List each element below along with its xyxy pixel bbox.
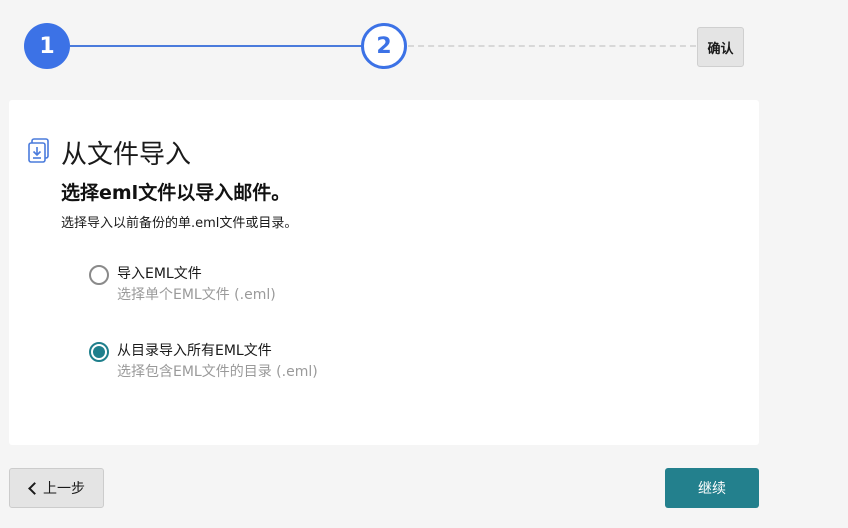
card-header: 从文件导入 bbox=[27, 130, 191, 171]
radio-import-eml-file[interactable] bbox=[89, 265, 109, 285]
card-description: 选择导入以前备份的单.eml文件或目录。 bbox=[61, 216, 298, 231]
step-confirm-label: 确认 bbox=[707, 41, 734, 57]
chevron-left-icon bbox=[28, 481, 41, 495]
step-2-indicator: 2 bbox=[361, 23, 407, 69]
step-2-number: 2 bbox=[376, 33, 392, 59]
card-subtitle: 选择eml文件以导入邮件。 bbox=[61, 182, 291, 204]
page-title: 从文件导入 bbox=[61, 140, 192, 170]
step-1-indicator: 1 bbox=[24, 23, 70, 69]
import-file-icon bbox=[27, 137, 51, 164]
step-1-number: 1 bbox=[39, 33, 55, 59]
option-text: 导入EML文件 选择单个EML文件 (.eml) bbox=[117, 265, 276, 305]
continue-button[interactable]: 继续 bbox=[665, 468, 759, 508]
option-import-eml-file[interactable]: 导入EML文件 选择单个EML文件 (.eml) bbox=[89, 265, 276, 305]
option-hint: 选择单个EML文件 (.eml) bbox=[117, 287, 276, 303]
option-label: 导入EML文件 bbox=[117, 266, 202, 282]
step-connector-completed bbox=[70, 45, 362, 47]
continue-button-label: 继续 bbox=[698, 481, 726, 497]
option-import-eml-directory[interactable]: 从目录导入所有EML文件 选择包含EML文件的目录 (.eml) bbox=[89, 342, 318, 382]
step-confirm: 确认 bbox=[697, 27, 744, 67]
option-label: 从目录导入所有EML文件 bbox=[117, 343, 272, 359]
option-hint: 选择包含EML文件的目录 (.eml) bbox=[117, 364, 318, 380]
import-card: 从文件导入 选择eml文件以导入邮件。 选择导入以前备份的单.eml文件或目录。… bbox=[9, 100, 759, 445]
back-button[interactable]: 上一步 bbox=[9, 468, 104, 508]
stepper: 1 2 确认 bbox=[0, 0, 848, 96]
back-button-label: 上一步 bbox=[43, 481, 85, 497]
radio-import-eml-directory[interactable] bbox=[89, 342, 109, 362]
step-connector-pending bbox=[408, 45, 696, 47]
option-text: 从目录导入所有EML文件 选择包含EML文件的目录 (.eml) bbox=[117, 342, 318, 382]
